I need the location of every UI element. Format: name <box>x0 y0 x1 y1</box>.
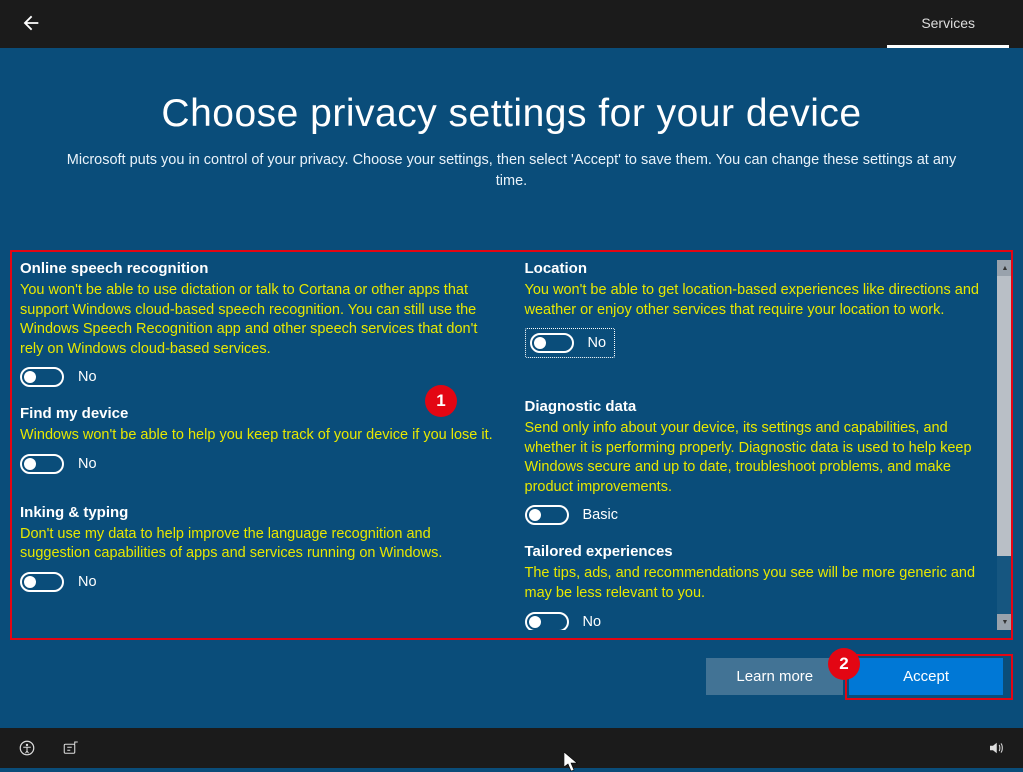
setting-desc: Windows won't be able to help you keep t… <box>20 426 499 446</box>
back-arrow-icon <box>20 12 42 34</box>
scroll-thumb[interactable] <box>997 276 1013 556</box>
scroll-up-button[interactable]: ▲ <box>997 260 1013 276</box>
setting-title: Diagnostic data <box>525 398 1004 415</box>
setting-online-speech: Online speech recognition You won't be a… <box>20 260 499 387</box>
ime-icon[interactable] <box>62 739 80 757</box>
toggle-label: No <box>78 574 97 590</box>
setting-desc: Send only info about your device, its se… <box>525 419 1004 497</box>
toggle-label: No <box>588 335 607 351</box>
setting-desc: The tips, ads, and recommendations you s… <box>525 564 1004 603</box>
annotation-badge-2: 2 <box>828 648 860 680</box>
setting-inking-typing: Inking & typing Don't use my data to hel… <box>20 504 499 592</box>
back-button[interactable] <box>14 6 48 43</box>
toggle-label: Basic <box>583 507 618 523</box>
cursor-icon <box>564 752 578 772</box>
setting-desc: You won't be able to use dictation or ta… <box>20 281 499 359</box>
toggle-online-speech[interactable] <box>20 367 64 387</box>
annotation-badge-1: 1 <box>425 385 457 417</box>
toggle-tailored-experiences[interactable] <box>525 612 569 631</box>
taskbar <box>0 728 1023 768</box>
tab-services[interactable]: Services <box>887 0 1009 48</box>
toggle-location[interactable] <box>530 333 574 353</box>
ease-of-access-icon[interactable] <box>18 739 36 757</box>
setting-title: Location <box>525 260 1004 277</box>
setting-desc: Don't use my data to help improve the la… <box>20 525 499 564</box>
toggle-label: No <box>583 614 602 630</box>
scroll-down-button[interactable]: ▼ <box>997 614 1013 630</box>
accept-button[interactable]: Accept <box>849 658 1003 695</box>
toggle-diagnostic-data[interactable] <box>525 505 569 525</box>
page-title: Choose privacy settings for your device <box>10 92 1013 136</box>
toggle-label: No <box>78 369 97 385</box>
setting-diagnostic-data: Diagnostic data Send only info about you… <box>525 398 1004 525</box>
setting-title: Inking & typing <box>20 504 499 521</box>
setting-location: Location You won't be able to get locati… <box>525 260 1004 358</box>
setting-title: Tailored experiences <box>525 543 1004 560</box>
setting-tailored-experiences: Tailored experiences The tips, ads, and … <box>525 543 1004 630</box>
toggle-find-my-device[interactable] <box>20 454 64 474</box>
setting-find-my-device: Find my device Windows won't be able to … <box>20 405 499 474</box>
setting-title: Online speech recognition <box>20 260 499 277</box>
learn-more-button[interactable]: Learn more <box>706 658 843 695</box>
volume-icon[interactable] <box>987 739 1005 757</box>
toggle-label: No <box>78 456 97 472</box>
page-subtitle: Microsoft puts you in control of your pr… <box>52 150 972 192</box>
settings-scroll-area: Online speech recognition You won't be a… <box>20 260 1003 630</box>
scrollbar[interactable]: ▲ ▼ <box>997 260 1013 630</box>
setting-desc: You won't be able to get location-based … <box>525 281 1004 320</box>
toggle-inking-typing[interactable] <box>20 572 64 592</box>
